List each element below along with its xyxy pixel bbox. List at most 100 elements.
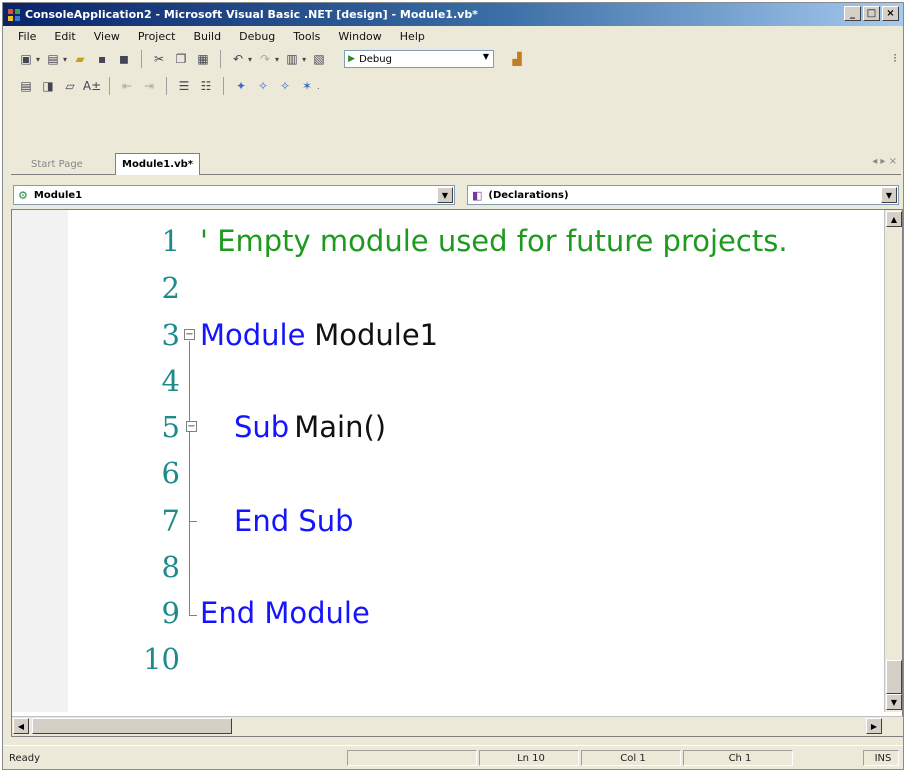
complete-word-icon[interactable]: A±	[83, 77, 101, 95]
chevron-down-icon[interactable]: ▼	[437, 187, 453, 203]
scroll-down-icon[interactable]: ▼	[886, 694, 902, 710]
code-editor[interactable]: 1 ' Empty module used for future project…	[11, 209, 903, 737]
indicator-margin[interactable]	[12, 210, 68, 712]
paste-icon[interactable]: ▦	[194, 50, 212, 68]
horizontal-scrollbar[interactable]: ◀ ▶	[12, 716, 903, 736]
code-comment: ' Empty module used for future projects.	[200, 224, 788, 258]
menu-build[interactable]: Build	[184, 30, 230, 43]
object-members-icon[interactable]: ▤	[17, 77, 35, 95]
undo-dropdown-icon[interactable]: ▾	[248, 55, 252, 64]
outline-guide-end	[189, 615, 197, 616]
find-window-icon[interactable]: ▧	[310, 50, 328, 68]
maximize-button[interactable]: □	[863, 6, 880, 21]
redo-icon[interactable]: ↷	[256, 50, 274, 68]
save-all-icon[interactable]: ◼	[115, 50, 133, 68]
code-area[interactable]: 1 ' Empty module used for future project…	[68, 210, 884, 712]
line-number: 3	[161, 318, 180, 352]
code-keyword: End Sub	[234, 504, 354, 538]
navigate-icon[interactable]: ▥	[283, 50, 301, 68]
code-line[interactable]: 7 End Sub	[68, 498, 354, 544]
line-number: 6	[161, 456, 180, 490]
class-name-select[interactable]: ⚙ Module1 ▼	[13, 185, 455, 205]
parameter-info-icon[interactable]: ◨	[39, 77, 57, 95]
find-in-files-icon[interactable]: ▟	[508, 50, 526, 68]
vertical-scroll-thumb[interactable]	[886, 660, 902, 694]
save-icon[interactable]: ▪	[93, 50, 111, 68]
character-indicator: Ch 1	[683, 750, 793, 766]
copy-icon[interactable]: ❐	[172, 50, 190, 68]
increase-indent-icon[interactable]: ⇥	[140, 77, 158, 95]
code-identifier: Module1	[305, 318, 439, 352]
previous-bookmark-icon[interactable]: ✧	[276, 77, 294, 95]
add-item-dropdown-icon[interactable]: ▾	[63, 55, 67, 64]
toolbar-separator	[141, 50, 143, 68]
tab-controls[interactable]: ◂ ▸ ×	[872, 156, 897, 167]
decrease-indent-icon[interactable]: ⇤	[118, 77, 136, 95]
new-project-icon[interactable]: ▣	[17, 50, 35, 68]
code-line[interactable]: 10	[68, 636, 180, 682]
collapse-module-icon[interactable]: −	[184, 329, 195, 340]
code-line[interactable]: 4	[68, 358, 180, 404]
horizontal-scroll-thumb[interactable]	[32, 718, 232, 734]
redo-dropdown-icon[interactable]: ▾	[275, 55, 279, 64]
close-button[interactable]: ×	[882, 6, 899, 21]
uncomment-lines-icon[interactable]: ☷	[197, 77, 215, 95]
menu-debug[interactable]: Debug	[230, 30, 284, 43]
scroll-left-icon[interactable]: ◀	[13, 718, 29, 734]
minimize-button[interactable]: _	[844, 6, 861, 21]
start-icon: ▶	[348, 54, 355, 64]
new-project-dropdown-icon[interactable]: ▾	[36, 55, 40, 64]
menu-project[interactable]: Project	[129, 30, 185, 43]
menu-edit[interactable]: Edit	[45, 30, 84, 43]
method-name-select[interactable]: ◧ (Declarations) ▼	[467, 185, 899, 205]
outline-guide	[189, 341, 190, 616]
title-bar[interactable]: ConsoleApplication2 - Microsoft Visual B…	[3, 3, 903, 26]
add-item-icon[interactable]: ▤	[44, 50, 62, 68]
code-line[interactable]: 1 ' Empty module used for future project…	[68, 218, 788, 264]
code-line[interactable]: 5 Sub Main()	[68, 404, 387, 450]
tab-module1-vb[interactable]: Module1.vb*	[115, 153, 200, 175]
collapse-sub-icon[interactable]: −	[186, 421, 197, 432]
ide-window: ConsoleApplication2 - Microsoft Visual B…	[2, 2, 904, 770]
code-line[interactable]: 3 Module Module1	[68, 312, 439, 358]
menu-window[interactable]: Window	[329, 30, 390, 43]
declarations-icon: ◧	[472, 188, 483, 202]
line-number: 4	[161, 364, 180, 398]
clear-bookmarks-icon[interactable]: ✶	[298, 77, 316, 95]
menu-help[interactable]: Help	[391, 30, 434, 43]
toolbar-overflow-icon[interactable]: ⁝	[893, 51, 897, 65]
open-folder-icon[interactable]: ▰	[71, 50, 89, 68]
chevron-down-icon[interactable]: ▼	[483, 52, 489, 61]
code-line[interactable]: 9 End Module	[68, 590, 370, 636]
quick-info-icon[interactable]: ▱	[61, 77, 79, 95]
app-icon	[8, 8, 20, 21]
menu-view[interactable]: View	[85, 30, 129, 43]
code-line[interactable]: 6	[68, 450, 180, 496]
toolbar-options-icon[interactable]: .	[317, 82, 320, 91]
code-keyword: End Module	[200, 596, 370, 630]
vertical-scrollbar[interactable]: ▲ ▼	[884, 210, 902, 712]
undo-icon[interactable]: ↶	[229, 50, 247, 68]
code-keyword: Module	[200, 318, 306, 352]
toolbar-separator	[223, 77, 224, 95]
menu-tools[interactable]: Tools	[284, 30, 329, 43]
menu-file[interactable]: File	[9, 30, 45, 43]
cut-icon[interactable]: ✂	[150, 50, 168, 68]
scroll-right-icon[interactable]: ▶	[866, 718, 882, 734]
comment-lines-icon[interactable]: ☰	[175, 77, 193, 95]
toggle-bookmark-icon[interactable]: ✦	[232, 77, 250, 95]
next-bookmark-icon[interactable]: ✧	[254, 77, 272, 95]
scroll-up-icon[interactable]: ▲	[886, 211, 902, 227]
navigate-dropdown-icon[interactable]: ▾	[302, 55, 306, 64]
toolbar-separator	[166, 77, 167, 95]
chevron-down-icon[interactable]: ▼	[881, 187, 897, 203]
tab-start-page[interactable]: Start Page	[25, 154, 89, 175]
code-line[interactable]: 2	[68, 265, 180, 311]
insert-mode-indicator: INS	[863, 750, 899, 766]
solution-configuration-select[interactable]: ▶ Debug ▼	[344, 50, 495, 68]
standard-toolbar: ▣ ▾ ▤ ▾ ▰ ▪ ◼ ✂ ❐ ▦ ↶ ▾ ↷ ▾ ▥ ▾ ▧ ▶ Debug ▼ ▟	[3, 46, 903, 72]
line-number: 1	[161, 224, 180, 258]
line-number: 7	[161, 504, 180, 538]
code-line[interactable]: 8	[68, 544, 180, 590]
navigation-bar: ⚙ Module1 ▼ ◧ (Declarations) ▼	[11, 181, 901, 207]
